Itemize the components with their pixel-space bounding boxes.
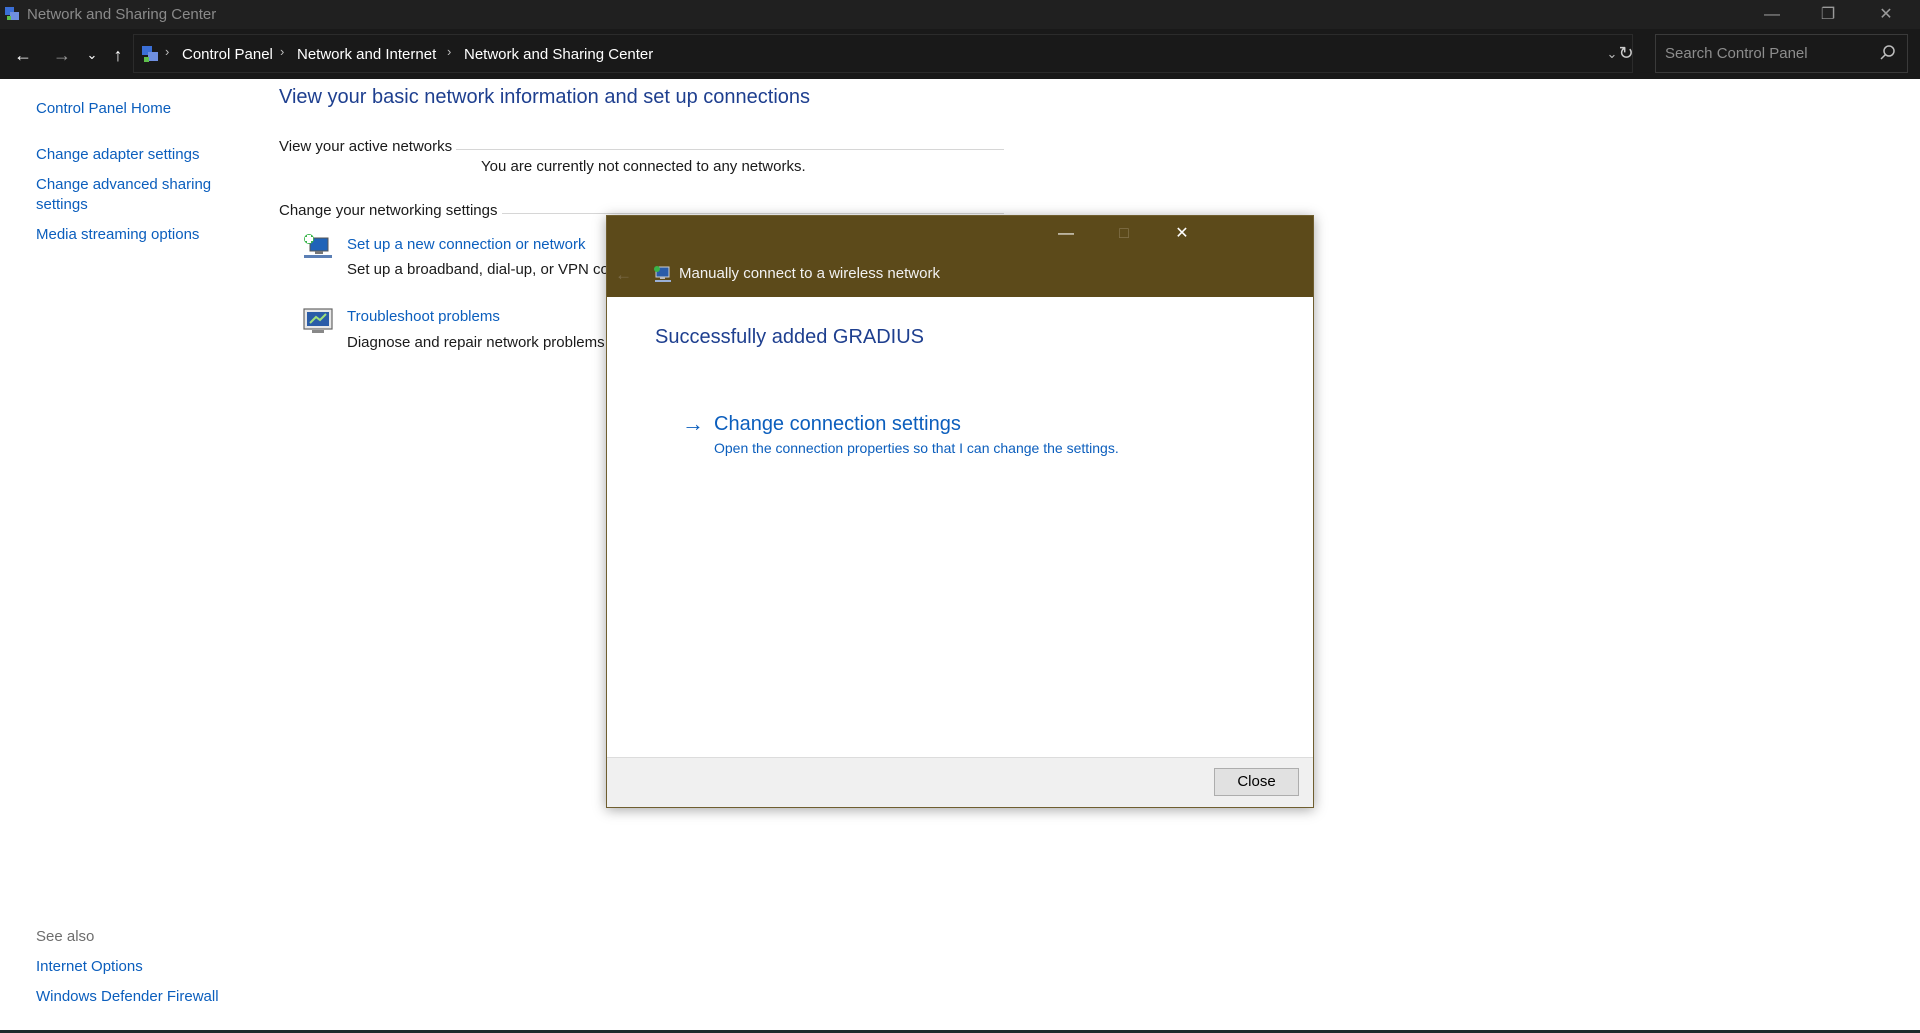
restore-button[interactable]: ❐ [1800, 0, 1856, 29]
breadcrumb-control-panel[interactable]: Control Panel [182, 46, 273, 63]
minimize-icon: — [1764, 6, 1780, 23]
change-connection-settings-link[interactable]: Change connection settings [714, 413, 961, 436]
setup-new-connection-link[interactable]: Set up a new connection or network [347, 236, 585, 253]
see-also-label: See also [36, 928, 95, 945]
divider [456, 149, 1004, 150]
breadcrumb-network-and-internet[interactable]: Network and Internet [297, 46, 436, 63]
change-advanced-sharing-link-line2[interactable]: settings [36, 196, 88, 213]
troubleshoot-problems-desc: Diagnose and repair network problems [347, 334, 605, 351]
search-box[interactable]: Search Control Panel [1655, 34, 1908, 73]
internet-options-link[interactable]: Internet Options [36, 958, 143, 975]
breadcrumb-separator-icon[interactable]: › [447, 44, 451, 59]
window-title: Network and Sharing Center [27, 6, 217, 23]
dialog-header: — □ ✕ ← Manually connect to a wireless n… [607, 216, 1313, 297]
address-bar[interactable]: › Control Panel › Network and Internet ›… [133, 34, 1633, 73]
refresh-button[interactable]: ↻ [1607, 34, 1645, 73]
breadcrumb-separator-icon[interactable]: › [280, 44, 284, 59]
dialog-minimize-button[interactable]: — [1043, 221, 1089, 247]
change-connection-settings-desc[interactable]: Open the connection properties so that I… [714, 440, 1119, 456]
chevron-down-icon: ⌄ [86, 47, 98, 62]
change-adapter-settings-link[interactable]: Change adapter settings [36, 146, 199, 163]
arrow-right-icon: → [53, 45, 71, 65]
close-icon: ✕ [1879, 6, 1893, 23]
up-button[interactable]: ↑ [107, 44, 129, 66]
windows-defender-firewall-link[interactable]: Windows Defender Firewall [36, 988, 219, 1005]
close-button[interactable]: Close [1214, 768, 1299, 796]
success-message: Successfully added GRADIUS [655, 326, 925, 348]
active-networks-title: View your active networks [279, 138, 453, 155]
setup-new-connection-desc: Set up a broadband, dial-up, or VPN co [347, 261, 609, 278]
new-connection-icon [304, 234, 332, 258]
wireless-connect-dialog: — □ ✕ ← Manually connect to a wireless n… [606, 215, 1314, 808]
minimize-icon: — [1058, 225, 1074, 242]
dialog-footer [607, 757, 1313, 807]
control-panel-icon [142, 46, 158, 62]
page-title: View your basic network information and … [279, 86, 811, 108]
network-center-icon [5, 7, 19, 20]
troubleshoot-problems-link[interactable]: Troubleshoot problems [347, 308, 500, 325]
minimize-button[interactable]: — [1744, 0, 1800, 29]
back-button[interactable]: ← [12, 44, 34, 66]
window-title-bar: Network and Sharing Center — ❐ ✕ [0, 0, 1920, 29]
troubleshoot-icon [303, 308, 333, 333]
change-advanced-sharing-link[interactable]: Change advanced sharing [36, 176, 211, 193]
navigation-bar: ← → ⌄ ↑ › Control Panel › Network and In… [0, 29, 1920, 79]
dialog-maximize-button: □ [1101, 221, 1147, 247]
refresh-icon: ↻ [1618, 43, 1634, 63]
divider [502, 213, 1004, 214]
search-icon[interactable] [1879, 44, 1897, 62]
close-icon: ✕ [1175, 225, 1189, 242]
dialog-back-button: ← [615, 265, 632, 284]
dialog-close-button[interactable]: ✕ [1159, 221, 1205, 247]
dialog-title: Manually connect to a wireless network [679, 265, 940, 282]
restore-icon: ❐ [1820, 6, 1836, 23]
close-window-button[interactable]: ✕ [1858, 0, 1914, 29]
arrow-right-icon[interactable]: → [682, 411, 704, 437]
change-settings-title: Change your networking settings [279, 202, 498, 219]
wireless-network-icon [654, 266, 671, 282]
arrow-up-icon: ↑ [113, 45, 123, 65]
maximize-icon: □ [1119, 225, 1129, 242]
breadcrumb-separator-icon: › [165, 44, 170, 59]
media-streaming-options-link[interactable]: Media streaming options [36, 226, 199, 243]
control-panel-home-link[interactable]: Control Panel Home [36, 100, 171, 117]
search-input[interactable]: Search Control Panel [1665, 45, 1808, 62]
forward-button[interactable]: → [51, 44, 73, 66]
not-connected-text: You are currently not connected to any n… [481, 158, 806, 175]
arrow-left-icon: ← [14, 45, 32, 65]
recent-locations-button[interactable]: ⌄ [81, 44, 103, 66]
breadcrumb-network-and-sharing-center[interactable]: Network and Sharing Center [464, 46, 653, 63]
